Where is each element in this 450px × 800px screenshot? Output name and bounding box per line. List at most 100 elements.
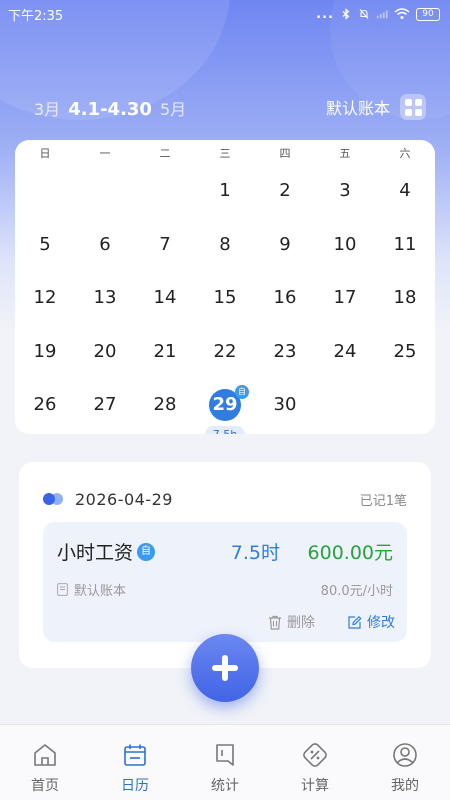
calendar-day[interactable]: 17: [315, 275, 375, 329]
calendar-day[interactable]: 21: [135, 329, 195, 383]
calendar-day[interactable]: 19: [15, 329, 75, 383]
calendar-day[interactable]: 3: [315, 168, 375, 222]
weekday-label: 日: [39, 147, 51, 160]
day-number: 14: [153, 287, 177, 308]
bluetooth-icon: [342, 8, 350, 20]
calendar-day[interactable]: 16: [255, 275, 315, 329]
day-number: 8: [219, 233, 231, 255]
profile-icon: [393, 743, 417, 767]
calendar-day[interactable]: 1: [195, 168, 255, 222]
nav-home[interactable]: 首页: [0, 725, 90, 800]
day-number: 5: [39, 233, 51, 255]
day-number: 10: [333, 233, 357, 255]
delete-button[interactable]: 删除: [268, 612, 315, 632]
calendar-icon: [124, 744, 146, 766]
calendar-day[interactable]: 11: [375, 222, 435, 276]
day-number: 11: [393, 233, 417, 255]
nav-label: 统计: [211, 778, 239, 794]
calendar-day-selected[interactable]: 29自7.5h: [195, 382, 255, 434]
nav-profile[interactable]: 我的: [360, 725, 450, 800]
calendar-day[interactable]: 22: [195, 329, 255, 383]
mute-bell-icon: [359, 9, 369, 19]
edit-button[interactable]: 修改: [347, 612, 395, 632]
calendar-day[interactable]: 23: [255, 329, 315, 383]
calendar-day[interactable]: 4: [375, 168, 435, 222]
wage-entry[interactable]: 小时工资 自 7.5时 600.00元 默认账本 80.0元/小时 删除 修改: [43, 522, 407, 642]
record-dots-icon: [43, 493, 65, 505]
weekday-label: 三: [219, 147, 231, 160]
day-hours-pill: 7.5h: [205, 426, 245, 434]
calendar-day[interactable]: 24: [315, 329, 375, 383]
calendar-day[interactable]: 27: [75, 382, 135, 434]
day-badge: 自: [235, 385, 249, 399]
delete-label: 删除: [287, 615, 315, 631]
edit-label: 修改: [367, 615, 395, 631]
day-number: 7: [159, 233, 171, 255]
wifi-icon: [394, 8, 410, 19]
next-month-button[interactable]: 5月: [160, 96, 186, 120]
signal-icon: [376, 10, 388, 19]
battery-indicator: 90: [416, 7, 440, 21]
edit-icon: [348, 615, 362, 629]
calendar-day[interactable]: 15: [195, 275, 255, 329]
day-number: 2: [279, 180, 291, 201]
nav-label: 首页: [31, 778, 59, 794]
status-bar: 下午2:35 ... 90: [0, 0, 450, 28]
nav-calendar[interactable]: 日历: [90, 725, 180, 800]
calendar-day[interactable]: 18: [375, 275, 435, 329]
ledger-name: 默认账本: [325, 99, 390, 118]
calendar-blank: [135, 168, 195, 222]
calendar-day[interactable]: 20: [75, 329, 135, 383]
day-number: 18: [393, 287, 417, 308]
day-number: 13: [93, 287, 117, 308]
entry-ledger: 默认账本: [74, 584, 127, 599]
calendar-day[interactable]: 28: [135, 382, 195, 434]
day-number: 19: [33, 340, 57, 362]
calendar-day[interactable]: 25: [375, 329, 435, 383]
nav-calculator[interactable]: 计算: [270, 725, 360, 800]
weekday-label: 四: [279, 147, 291, 160]
weekday-label: 二: [159, 147, 171, 160]
day-number: 25: [393, 340, 417, 362]
record-date-row: 2026-04-29 已记1笔: [43, 487, 407, 511]
calendar-blank: [15, 168, 75, 222]
weekday-header: 日 一 二 三 四 五 六: [15, 140, 435, 168]
entry-tag: 自: [137, 542, 156, 561]
calendar-day[interactable]: 26: [15, 382, 75, 434]
day-number: 15: [213, 287, 237, 308]
day-number: 21: [153, 340, 177, 362]
calendar-day[interactable]: 8: [195, 222, 255, 276]
day-number: 23: [273, 340, 297, 362]
calendar-day[interactable]: 13: [75, 275, 135, 329]
day-number: 22: [213, 340, 237, 362]
calendar-day[interactable]: 9: [255, 222, 315, 276]
calendar-day[interactable]: 6: [75, 222, 135, 276]
calendar-day[interactable]: 10: [315, 222, 375, 276]
weekday-label: 五: [339, 147, 351, 160]
calendar-day[interactable]: 30: [255, 382, 315, 434]
grid-icon[interactable]: [400, 94, 426, 120]
day-number: 12: [33, 287, 57, 308]
calendar-day[interactable]: 12: [15, 275, 75, 329]
calendar-day[interactable]: 5: [15, 222, 75, 276]
calendar-day[interactable]: 7: [135, 222, 195, 276]
calendar-day[interactable]: 2: [255, 168, 315, 222]
add-record-button[interactable]: [191, 634, 259, 702]
day-number: 1: [219, 180, 231, 201]
day-number: 28: [153, 394, 177, 415]
day-number: 30: [273, 394, 297, 415]
plus-icon: [212, 655, 238, 681]
record-count: 已记1笔: [359, 493, 407, 509]
entry-hours: 7.5时: [230, 542, 280, 564]
nav-stats[interactable]: 统计: [180, 725, 270, 800]
nav-label: 计算: [301, 778, 329, 794]
calendar-day[interactable]: 14: [135, 275, 195, 329]
entry-amount: 600.00元: [307, 542, 393, 564]
status-icons: ... 90: [316, 7, 440, 22]
calendar-grid: 1 2 3 4 5 6 7 8 9 10 11 12 13 14 15 16 17 18 19 20 21 22 23 24 2…: [15, 168, 435, 434]
day-number: 27: [93, 394, 117, 415]
prev-month-button[interactable]: 3月: [34, 96, 60, 120]
trash-icon: [269, 615, 281, 630]
ledger-selector[interactable]: 默认账本: [326, 94, 426, 120]
calendar-blank: [75, 168, 135, 222]
